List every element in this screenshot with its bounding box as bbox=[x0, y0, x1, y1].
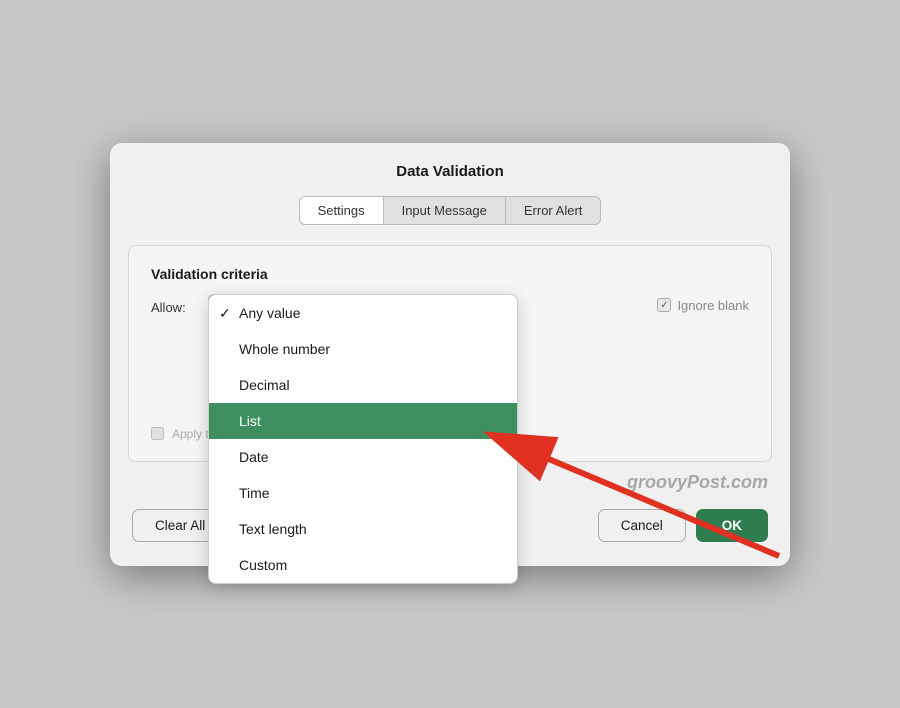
tab-error-alert[interactable]: Error Alert bbox=[505, 196, 602, 225]
ignore-blank-label: Ignore blank bbox=[677, 298, 749, 313]
dropdown-item-date[interactable]: Date bbox=[209, 439, 517, 475]
ignore-blank-checkbox[interactable] bbox=[657, 298, 671, 312]
tab-settings[interactable]: Settings bbox=[299, 196, 383, 225]
dropdown-item-text-length[interactable]: Text length bbox=[209, 511, 517, 547]
allow-label: Allow: bbox=[151, 300, 196, 315]
cancel-button[interactable]: Cancel bbox=[598, 509, 686, 542]
dialog-title: Data Validation bbox=[110, 163, 790, 180]
allow-dropdown-container: List Any value Whole number Decimal List bbox=[208, 294, 368, 321]
dropdown-item-list[interactable]: List bbox=[209, 403, 517, 439]
data-validation-dialog: Data Validation Settings Input Message E… bbox=[110, 143, 790, 566]
dropdown-item-any-value[interactable]: Any value bbox=[209, 295, 517, 331]
section-title: Validation criteria bbox=[151, 266, 749, 282]
dropdown-item-whole-number[interactable]: Whole number bbox=[209, 331, 517, 367]
dropdown-item-custom[interactable]: Custom bbox=[209, 547, 517, 583]
ok-button[interactable]: OK bbox=[696, 509, 768, 542]
dropdown-item-decimal[interactable]: Decimal bbox=[209, 367, 517, 403]
dropdown-item-time[interactable]: Time bbox=[209, 475, 517, 511]
apply-changes-checkbox[interactable] bbox=[151, 427, 164, 440]
ignore-blank-row: Ignore blank bbox=[657, 298, 749, 313]
footer-btn-group: Cancel OK bbox=[598, 509, 768, 542]
dialog-body: Validation criteria Allow: List Any valu… bbox=[128, 245, 772, 462]
dropdown-menu: Any value Whole number Decimal List Date bbox=[208, 294, 518, 584]
tab-input-message[interactable]: Input Message bbox=[383, 196, 505, 225]
tab-bar: Settings Input Message Error Alert bbox=[110, 196, 790, 225]
